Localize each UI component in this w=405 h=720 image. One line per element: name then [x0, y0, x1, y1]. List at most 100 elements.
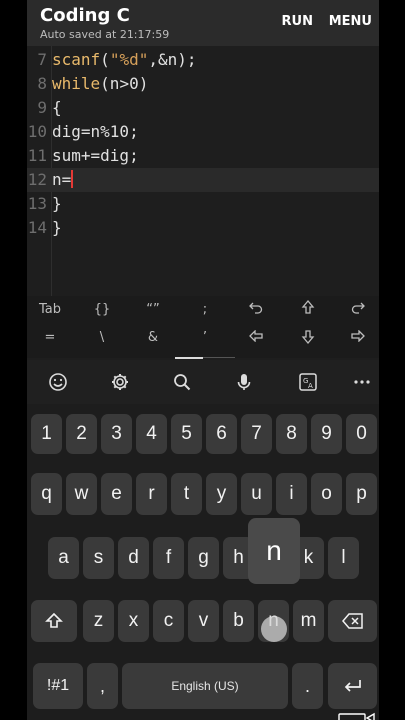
code-line[interactable]: 8 while(n>0): [27, 72, 379, 96]
key-p[interactable]: p: [346, 473, 377, 515]
key-v[interactable]: v: [188, 600, 219, 642]
shift-key[interactable]: [31, 600, 77, 642]
phone-screen: Coding C Auto saved at 21:17:59 RUN MENU…: [27, 0, 379, 720]
svg-text:A: A: [308, 382, 313, 390]
line-code: {: [52, 98, 62, 117]
enter-icon: [344, 680, 361, 692]
symbol-page-track: [203, 357, 235, 358]
period-key[interactable]: .: [292, 663, 323, 709]
code-line-active[interactable]: 12 n=: [27, 168, 379, 192]
emoji-icon[interactable]: [44, 368, 72, 396]
microphone-icon[interactable]: [230, 368, 258, 396]
undo-icon[interactable]: [236, 300, 276, 318]
arrow-left-icon[interactable]: [236, 329, 276, 346]
enter-key[interactable]: [328, 663, 377, 709]
quotes-key[interactable]: “”: [133, 302, 173, 317]
line-code: }: [52, 194, 62, 213]
line-code: dig=n%10;: [52, 122, 139, 141]
shift-icon: [45, 612, 63, 628]
line-code: sum+=dig;: [52, 146, 139, 165]
code-line[interactable]: 13 }: [27, 192, 379, 216]
key-m[interactable]: m: [293, 600, 324, 642]
key-y[interactable]: y: [206, 473, 237, 515]
app-title: Coding C: [40, 5, 130, 26]
more-icon[interactable]: [348, 368, 376, 396]
key-l[interactable]: l: [328, 537, 359, 579]
backslash-key[interactable]: \: [82, 330, 122, 345]
line-code: n=: [52, 170, 74, 189]
line-code: while(n>0): [52, 74, 149, 93]
key-1[interactable]: 1: [31, 414, 62, 454]
key-o[interactable]: o: [311, 473, 342, 515]
key-b[interactable]: b: [223, 600, 254, 642]
autosave-status: Auto saved at 21:17:59: [40, 28, 170, 41]
comma-key[interactable]: ,: [87, 663, 118, 709]
key-a[interactable]: a: [48, 537, 79, 579]
line-code: }: [52, 218, 62, 237]
line-number: 11: [27, 146, 47, 165]
key-7[interactable]: 7: [241, 414, 272, 454]
soft-keyboard: GA 1 2 3 4 5 6 7 8 9 0 q w e r t y u i o…: [27, 360, 379, 720]
backspace-key[interactable]: [328, 600, 377, 642]
key-u[interactable]: u: [241, 473, 272, 515]
symbols-key[interactable]: !#1: [33, 663, 83, 709]
braces-key[interactable]: {}: [82, 302, 122, 317]
key-8[interactable]: 8: [276, 414, 307, 454]
text-cursor: [71, 170, 74, 188]
key-x[interactable]: x: [118, 600, 149, 642]
semicolon-key[interactable]: ;: [185, 302, 225, 317]
key-e[interactable]: e: [101, 473, 132, 515]
equals-key[interactable]: =: [30, 330, 70, 345]
key-9[interactable]: 9: [311, 414, 342, 454]
backspace-icon: [341, 613, 363, 629]
key-2[interactable]: 2: [66, 414, 97, 454]
key-q[interactable]: q: [31, 473, 62, 515]
run-button[interactable]: RUN: [282, 14, 313, 29]
key-5[interactable]: 5: [171, 414, 202, 454]
key-4[interactable]: 4: [136, 414, 167, 454]
app-bar: Coding C Auto saved at 21:17:59 RUN MENU: [27, 0, 379, 46]
key-i[interactable]: i: [276, 473, 307, 515]
line-number: 13: [27, 194, 47, 213]
key-6[interactable]: 6: [206, 414, 237, 454]
key-z[interactable]: z: [83, 600, 114, 642]
key-g[interactable]: g: [188, 537, 219, 579]
key-preview-popup: n: [248, 518, 300, 584]
key-c[interactable]: c: [153, 600, 184, 642]
key-d[interactable]: d: [118, 537, 149, 579]
line-number: 12: [27, 170, 47, 189]
key-s[interactable]: s: [83, 537, 114, 579]
key-t[interactable]: t: [171, 473, 202, 515]
key-0[interactable]: 0: [346, 414, 377, 454]
key-3[interactable]: 3: [101, 414, 132, 454]
line-code: scanf("%d",&n);: [52, 50, 197, 69]
translate-icon[interactable]: GA: [294, 368, 322, 396]
code-editor[interactable]: 7 scanf("%d",&n); 8 while(n>0) 9 { 10 di…: [27, 46, 379, 296]
search-icon[interactable]: [168, 368, 196, 396]
line-number: 7: [37, 50, 47, 69]
arrow-up-icon[interactable]: [288, 299, 328, 318]
line-number: 14: [27, 218, 47, 237]
line-number: 10: [27, 122, 47, 141]
arrow-right-icon[interactable]: [338, 329, 378, 346]
space-key[interactable]: English (US): [122, 663, 288, 709]
code-line[interactable]: 7 scanf("%d",&n);: [27, 48, 379, 72]
code-line[interactable]: 11 sum+=dig;: [27, 144, 379, 168]
code-line[interactable]: 14 }: [27, 216, 379, 240]
ampersand-key[interactable]: &: [133, 330, 173, 345]
symbol-page-indicator: [175, 357, 203, 359]
arrow-down-icon[interactable]: [288, 330, 328, 348]
key-w[interactable]: w: [66, 473, 97, 515]
line-number: 9: [37, 98, 47, 117]
keyboard-toolbar: GA: [27, 360, 379, 404]
menu-button[interactable]: MENU: [329, 14, 372, 29]
code-line[interactable]: 10 dig=n%10;: [27, 120, 379, 144]
tab-key[interactable]: Tab: [30, 302, 70, 317]
code-line[interactable]: 9 {: [27, 96, 379, 120]
settings-icon[interactable]: [106, 368, 134, 396]
key-r[interactable]: r: [136, 473, 167, 515]
redo-icon[interactable]: [338, 300, 378, 318]
camera-icon: [338, 712, 375, 720]
key-f[interactable]: f: [153, 537, 184, 579]
apostrophe-key[interactable]: ’: [185, 330, 225, 345]
